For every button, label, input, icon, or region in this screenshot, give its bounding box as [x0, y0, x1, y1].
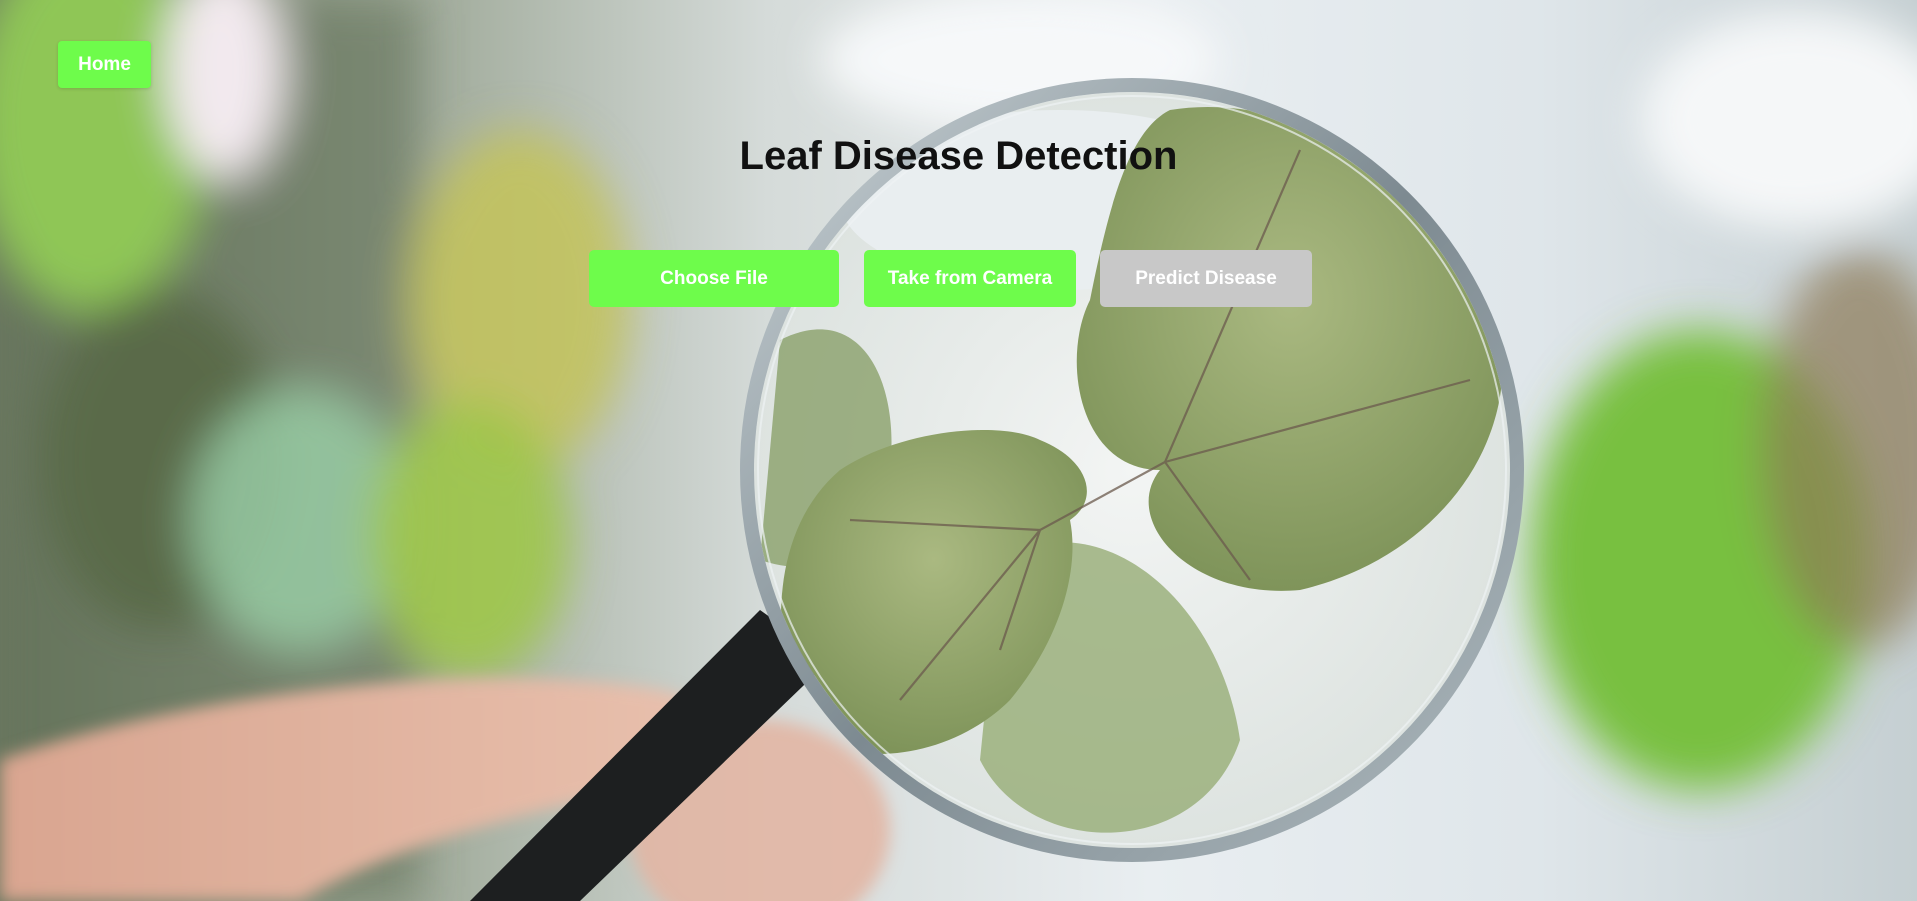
take-from-camera-button[interactable]: Take from Camera	[864, 250, 1076, 307]
home-button[interactable]: Home	[58, 41, 151, 88]
predict-disease-button[interactable]: Predict Disease	[1100, 250, 1312, 307]
action-bar: Choose File Take from Camera Predict Dis…	[589, 250, 1312, 307]
page-title: Leaf Disease Detection	[739, 134, 1178, 178]
choose-file-button[interactable]: Choose File	[589, 250, 839, 307]
page: Home Leaf Disease Detection Choose File …	[0, 0, 1917, 901]
